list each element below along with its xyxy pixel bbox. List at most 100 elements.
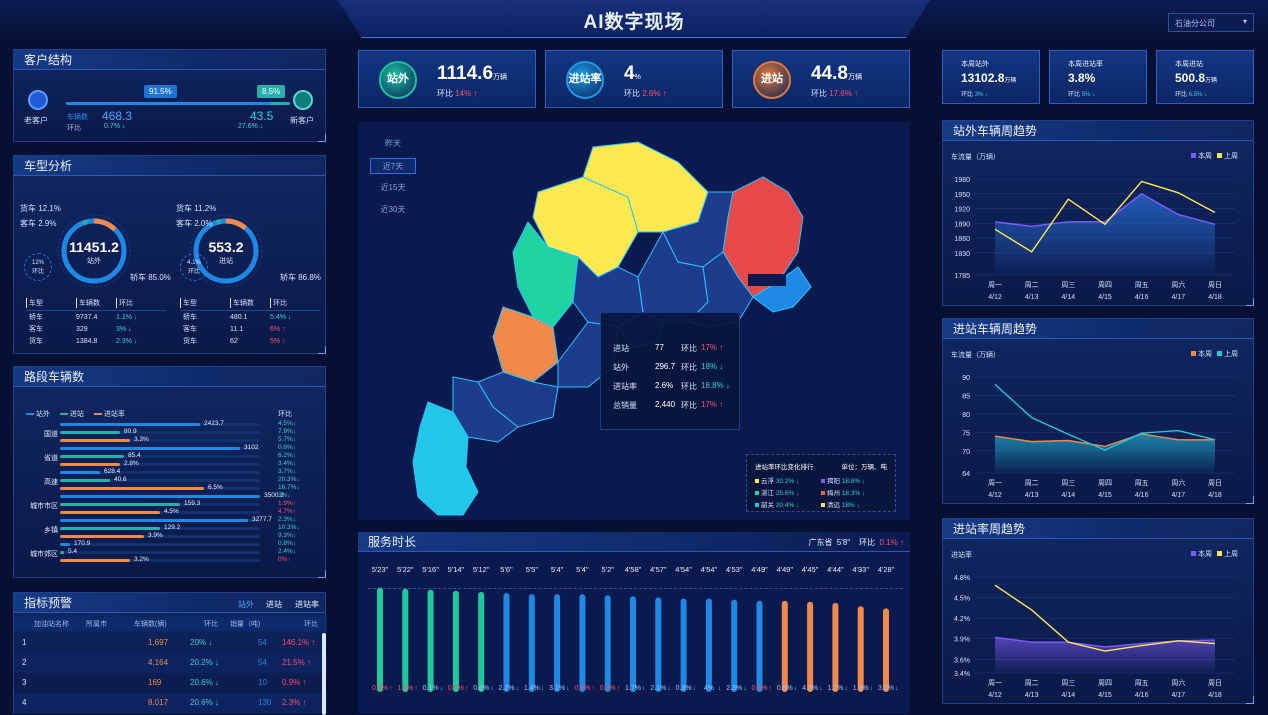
road-bar-value: 4.5% [164,508,179,515]
service-cmp-arrow: ↓ [819,685,823,692]
alert-rows: 1 1,697 20% ↓ 54 146.1% ↑ 2 4,164 20.2% ↓ 54 21.5… [14,633,327,713]
alert-row[interactable]: 2 4,164 20.2% ↓ 54 21.5% ↑ [14,653,327,673]
road-bar-cmp: 2.3%↓ [278,516,297,523]
road-bar-cmp: 5.7%↓ [278,436,297,443]
service-bar [680,598,687,692]
trend-rate-chart: 进站率 本周 上周 4.8% 4.5% 4.2% 3.9% 3.6% 3.4% 周一 4/12 周二 4… [951,549,1238,699]
trend-legend-swatch [1217,551,1222,556]
company-select[interactable]: 石油分公司 ▾ [1168,13,1254,32]
trend-ytick: 80 [962,412,970,419]
service-cmp-label: 0.9% [574,685,590,692]
service-time-label: 5'23" [372,565,389,574]
trend-ylabel: 进站率 [951,550,972,559]
alert-row-cmp2: 146.1% ↑ [282,638,316,647]
service-time-label: 4'57" [650,565,667,574]
vehicle-row-count-text: 62 [230,337,238,345]
map-tooltip: 进站 77 环比 17% ↑ 站外 296.7 环比 18% ↓ 进站率 2.6% 环比 18.8% … [600,312,740,430]
alert-tab-inside[interactable]: 进站 [266,599,282,610]
new-pct-badge: 8.5% [257,85,286,98]
trend-xdate: 4/16 [1135,294,1149,301]
service-time-label: 5'14" [448,565,465,574]
road-bar-cmp: 0.6%↓ [278,444,297,451]
trend-xtick: 周五 [1135,679,1149,687]
service-cmp-arrow: ↓ [516,685,520,692]
vehicle-left-value: 11451.2 [69,239,119,255]
trend-xdate: 4/16 [1135,692,1149,699]
service-bar [604,595,611,692]
trend-xdate: 4/14 [1062,294,1076,301]
vehicle-row-type: 轿车 [183,314,197,321]
trend-legend-label: 本周 [1198,349,1212,358]
vehicle-row-count-text: 9737.4 [76,313,98,321]
vehicle-row-cmp: 5% ↑ [270,337,286,345]
road-bar [60,527,160,530]
alert-row-sales: 54 [258,638,267,647]
alert-row-index: 4 [22,698,27,707]
vehicle-row-count: 480.1 [230,314,270,321]
road-bar [60,519,248,522]
service-cmp-arrow: ↓ [870,685,874,692]
header-bar: AI数字现场 石油分公司 ▾ [0,0,1268,40]
new-cmp: 27.6% ↓ [238,123,264,130]
service-time-label: 5'2" [601,565,614,574]
alert-row[interactable]: 1 1,697 20% ↓ 54 146.1% ↑ [14,633,327,653]
kpi-icon: 进站 [753,61,791,99]
trend-ytick: 4.2% [954,616,970,623]
alert-row[interactable]: 3 169 20.6% ↓ 10 0.9% ↑ [14,673,327,693]
road-bar-cmp: 3.4%↓ [278,460,297,467]
service-time-label: 4'28" [878,565,895,574]
road-bar-cmp: 10.3%↓ [278,524,300,531]
trend-xdate: 4/18 [1208,492,1222,499]
trend-rate-title: 进站率周趋势 [943,519,1253,539]
kpi-icon: 进站率 [566,61,604,99]
trend-inside-chart: 车流量（万辆） 本周 上周 90 85 80 75 70 64 周一 4/12 周二 4/13 周三 4/1… [951,349,1238,499]
trend-xtick: 周五 [1135,281,1149,289]
service-time-label: 5'12" [473,565,490,574]
trend-xtick: 周六 [1171,478,1185,487]
alert-row-cmp1: 20.6% ↓ [190,698,219,707]
kpi-card: 进站率 4% 环比 2.6% ↑ [545,50,723,108]
road-bar-value: 628.4 [104,468,121,475]
alert-tab-outside[interactable]: 站外 [238,599,254,610]
vehicle-panel: 车型分析 11451.2 站外 12% 环比 货车 12.1% 客车 2.9% … [13,155,326,354]
week-kpi-value: 500.8万辆 [1175,71,1218,85]
service-cmp-arrow: ↑ [617,685,621,692]
service-cmp-label: 4.3% [802,685,818,692]
service-time-label: 5'4" [576,565,589,574]
service-cmp-label: 0.3% [600,685,616,692]
road-legend-rate: 进站率 [93,409,125,419]
new-customer-value: 43.5 [250,109,274,123]
trend-ytick: 1920 [954,207,970,214]
map-tooltip-row: 进站 77 环比 17% ↑ [613,343,724,353]
trend-legend-label: 上周 [1224,549,1238,558]
trend-ylabel: 车流量（万辆） [951,152,1000,161]
vehicle-title: 车型分析 [14,156,325,176]
service-cmp-label: 0.8% [372,685,388,692]
kpi-card: 站外 1114.6万辆 环比 14% ↑ [358,50,536,108]
company-select-value: 石油分公司 [1175,19,1215,28]
alert-row-sales: 130 [258,698,272,707]
trend-ytick: 1890 [954,221,970,228]
service-cmp-arrow: ↓ [667,685,671,692]
road-bar-value: 3.9% [148,532,163,539]
kpi-value: 44.8万辆 [811,63,862,84]
trend-ytick: 4.5% [954,596,970,603]
vehicle-row-count-text: 11.1 [230,325,244,333]
vehicle-row-count: 11.1 [230,326,270,333]
old-cmp-label: 环比 [67,125,81,132]
service-cmp-arrow: ↓ [440,685,444,692]
vehicle-row-count-text: 1384.8 [76,337,98,345]
service-bar [655,597,662,692]
alert-scrollbar[interactable] [322,633,326,715]
road-group-label: 乡镇 [44,527,58,534]
rank-unit: 单位：万辆、吨 [841,464,888,471]
map-tooltip-row: 站外 296.7 环比 18% ↓ [613,362,724,372]
road-bar [60,423,200,426]
alert-row[interactable]: 4 8,017 20.6% ↓ 130 2.3% ↑ [14,693,327,713]
service-cmp-arrow: ↓ [490,685,494,692]
road-rows: 国道 2423.7 4.5%↓ 80.9 7.9%↓ 3.3% 5.7%↓ 省道 3102 0.6… [14,420,327,571]
alert-tab-rate[interactable]: 进站率 [295,599,319,610]
week-kpi-cmp: 环比 5% ↓ [1068,92,1096,98]
vehicle-row: 客车 11.1 6% ↑ [180,323,320,335]
vehicle-right-cmp-label: 环比 [187,269,200,275]
